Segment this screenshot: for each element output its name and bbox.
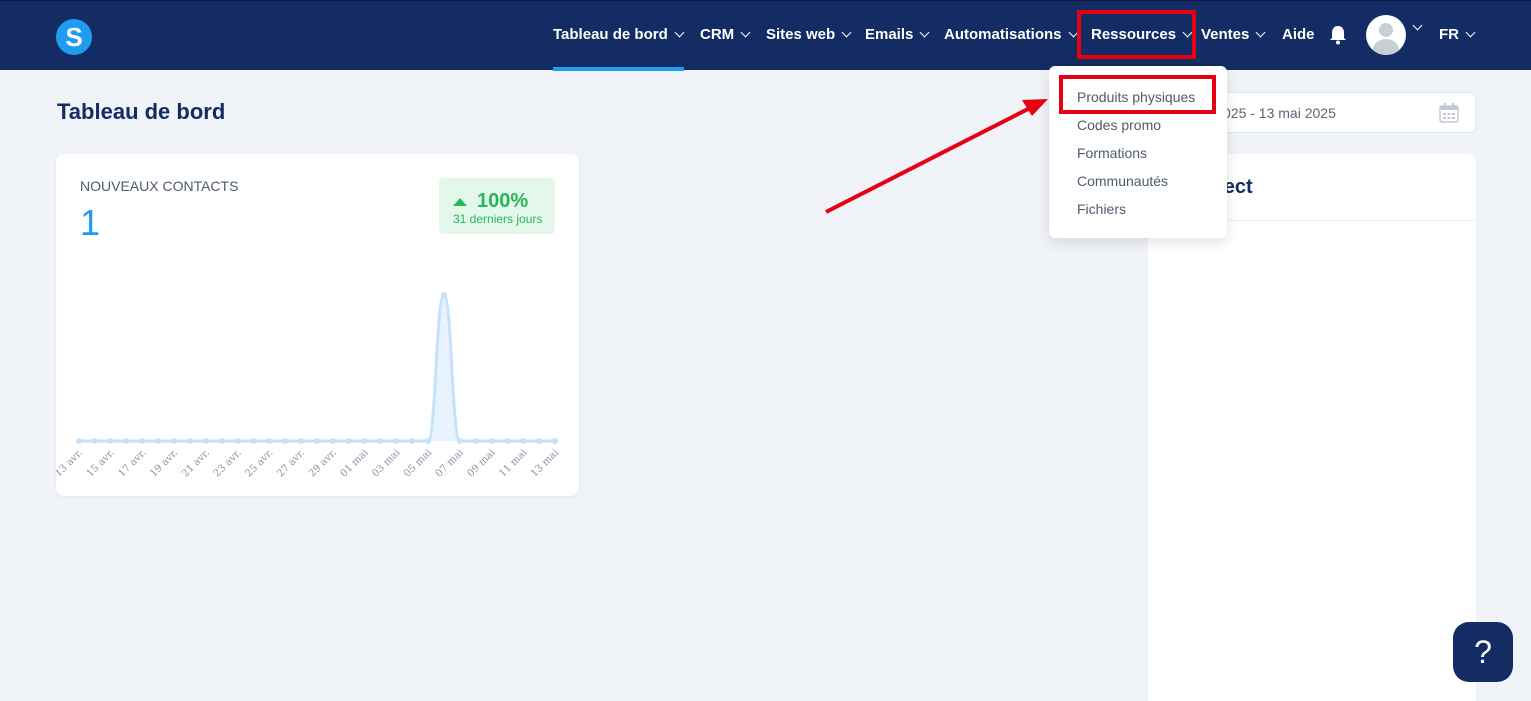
dropdown-item-formations[interactable]: Formations [1077, 145, 1147, 161]
nav-label: Aide [1282, 26, 1315, 43]
avatar-head [1379, 23, 1393, 37]
chart-point[interactable] [139, 438, 146, 444]
x-tick-label: 19 avr. [148, 447, 180, 479]
chart-area [79, 295, 555, 441]
chevron-down-icon [1465, 27, 1476, 38]
nav-automatisations[interactable]: Automatisations [944, 26, 1078, 43]
chevron-down-icon [674, 27, 685, 38]
x-tick-label: 13 mai [529, 447, 561, 479]
chart-point[interactable] [250, 438, 257, 444]
dropdown-item-communautes[interactable]: Communautés [1077, 173, 1168, 189]
chart-point[interactable] [520, 438, 527, 444]
x-tick-label: 23 avr. [212, 447, 244, 479]
chart-point[interactable] [329, 438, 336, 444]
chart-point[interactable] [409, 438, 416, 444]
nav-label: Ventes [1201, 26, 1250, 43]
chevron-down-icon [1255, 27, 1266, 38]
chart-point[interactable] [377, 438, 384, 444]
nav-tableau-de-bord[interactable]: Tableau de bord [553, 26, 685, 43]
chart-point[interactable] [91, 438, 98, 444]
chart-series-line [79, 293, 555, 443]
chart-point[interactable] [234, 438, 241, 444]
chevron-down-icon [841, 27, 852, 38]
bell-icon[interactable] [1329, 25, 1347, 50]
chart-point[interactable] [298, 438, 305, 444]
nav-label: CRM [700, 26, 735, 43]
chart-point[interactable] [107, 438, 114, 444]
chart-point[interactable] [266, 438, 273, 444]
nav-label: Automatisations [944, 26, 1062, 43]
chart-point[interactable] [488, 438, 495, 444]
x-tick-label: 25 avr. [243, 447, 275, 479]
chart-point[interactable] [187, 438, 194, 444]
chart-point[interactable] [393, 438, 400, 444]
top-navbar: S Tableau de bord CRM Sites web Emails A… [0, 0, 1531, 71]
x-tick-label: 15 avr. [85, 447, 117, 479]
x-tick-label: 05 mai [402, 447, 434, 479]
highlight-ressources [1077, 10, 1196, 59]
avatar-menu-toggle[interactable] [1412, 20, 1423, 31]
x-tick-label: 01 mai [339, 447, 371, 479]
x-tick-label: 21 avr. [180, 447, 212, 479]
nav-emails[interactable]: Emails [865, 26, 930, 43]
chart-point[interactable] [282, 438, 289, 444]
chart-point[interactable] [425, 438, 432, 444]
x-tick-label: 17 avr. [117, 447, 149, 479]
chart-point[interactable] [345, 438, 352, 444]
chart-point[interactable] [218, 438, 225, 444]
language-label: FR [1439, 26, 1459, 43]
chart-point[interactable] [440, 292, 447, 298]
chart-point[interactable] [202, 438, 209, 444]
chart-point[interactable] [123, 438, 130, 444]
chart-point[interactable] [76, 438, 82, 444]
avatar[interactable] [1366, 15, 1406, 55]
contacts-chart: 13 avr. 15 avr. 17 avr. 19 avr. 21 avr. 23 av… [56, 292, 561, 480]
chart-point[interactable] [456, 438, 463, 444]
chart-point[interactable] [472, 438, 479, 444]
date-range-text: 025 - 13 mai 2025 [1223, 105, 1336, 121]
chart-point[interactable] [361, 438, 368, 444]
nav-ventes[interactable]: Ventes [1201, 26, 1266, 43]
nav-sites-web[interactable]: Sites web [766, 26, 852, 43]
x-tick-label: 03 mai [370, 447, 402, 479]
avatar-body [1373, 39, 1399, 55]
chart-point[interactable] [314, 438, 320, 444]
nav-aide[interactable]: Aide [1282, 26, 1315, 43]
x-tick-label: 09 mai [465, 447, 497, 479]
brand-logo[interactable]: S [56, 19, 92, 55]
help-button[interactable]: ? [1453, 622, 1513, 682]
active-tab-indicator [553, 67, 684, 71]
highlight-produits-physiques [1059, 75, 1216, 114]
chart-point[interactable] [504, 438, 511, 444]
chevron-down-icon [919, 27, 930, 38]
x-tick-label: 29 avr. [307, 447, 339, 479]
nav-label: Tableau de bord [553, 26, 668, 43]
nav-label: Emails [865, 26, 914, 43]
language-selector[interactable]: FR [1439, 26, 1476, 43]
x-tick-label: 07 mai [434, 447, 466, 479]
chevron-down-icon [740, 27, 751, 38]
dropdown-item-fichiers[interactable]: Fichiers [1077, 201, 1126, 217]
x-tick-label: 13 avr. [56, 447, 85, 479]
new-contacts-card: NOUVEAUX CONTACTS 1 100% 31 derniers jou… [56, 154, 579, 496]
chart-point[interactable] [155, 438, 162, 444]
dropdown-item-codes-promo[interactable]: Codes promo [1077, 117, 1161, 133]
x-tick-label: 11 mai [497, 447, 529, 479]
chart-point[interactable] [536, 438, 543, 444]
calendar-icon [1439, 103, 1459, 128]
chart-point[interactable] [171, 438, 178, 444]
x-tick-label: 27 avr. [275, 447, 307, 479]
nav-label: Sites web [766, 26, 836, 43]
chart-point[interactable] [552, 438, 558, 444]
nav-crm[interactable]: CRM [700, 26, 751, 43]
chevron-down-icon [1412, 20, 1423, 31]
page-title: Tableau de bord [57, 99, 226, 124]
